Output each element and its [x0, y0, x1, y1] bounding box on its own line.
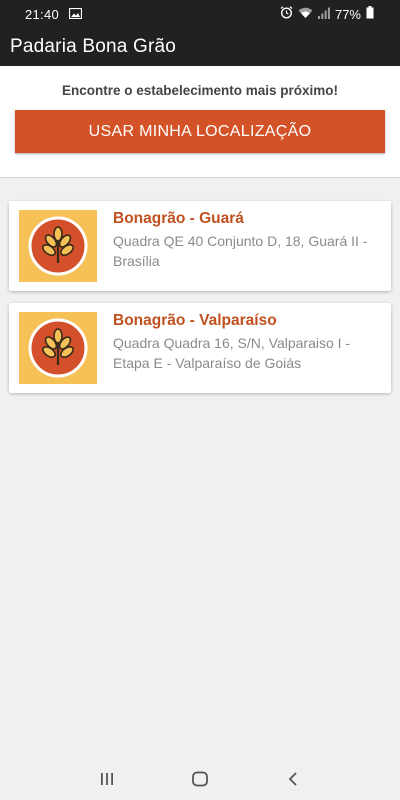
system-nav-bar — [0, 758, 400, 800]
alarm-icon — [280, 6, 293, 22]
store-logo — [19, 312, 97, 384]
wifi-icon — [298, 7, 313, 22]
store-card[interactable]: Bonagrão - Valparaíso Quadra Quadra 16, … — [9, 303, 391, 393]
status-time: 21:40 — [25, 6, 60, 22]
recent-apps-icon[interactable] — [87, 764, 127, 794]
signal-icon — [317, 7, 330, 22]
store-address: Quadra Quadra 16, S/N, Valparaiso I - Et… — [113, 335, 351, 371]
app-bar: Padaria Bona Grão — [0, 28, 400, 66]
store-card[interactable]: Bonagrão - Guará Quadra QE 40 Conjunto D… — [9, 201, 391, 291]
status-bar: 21:40 77% — [0, 0, 400, 28]
use-my-location-button[interactable]: USAR MINHA LOCALIZAÇÃO — [15, 110, 385, 153]
store-name: Bonagrão - Guará — [113, 210, 244, 227]
locator-prompt: Encontre o estabelecimento mais próximo! — [61, 83, 339, 98]
store-logo — [19, 210, 97, 282]
wheat-logo-icon — [28, 216, 88, 276]
location-panel: Encontre o estabelecimento mais próximo!… — [0, 66, 400, 178]
back-icon[interactable] — [273, 764, 313, 794]
home-icon[interactable] — [180, 764, 220, 794]
image-icon — [68, 7, 83, 22]
battery-icon — [366, 6, 374, 22]
wheat-logo-icon — [28, 318, 88, 378]
battery-label: 77% — [334, 6, 361, 22]
app-title: Padaria Bona Grão — [10, 36, 177, 57]
store-address: Quadra QE 40 Conjunto D, 18, Guará II - … — [113, 233, 368, 269]
store-name: Bonagrão - Valparaíso — [113, 312, 277, 329]
